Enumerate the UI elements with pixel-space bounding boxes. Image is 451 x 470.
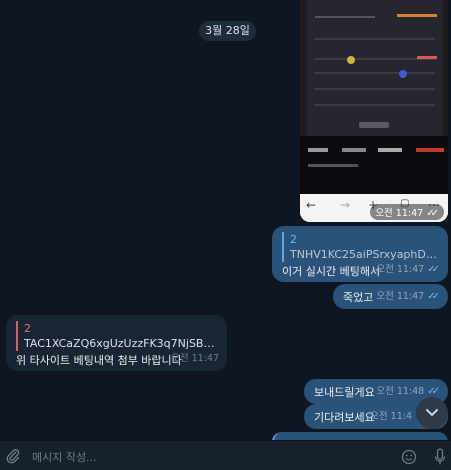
- emoji-icon: [401, 449, 417, 465]
- message-input-bar: 메시지 작성...: [0, 440, 451, 470]
- message-time: 오전 11:48: [376, 386, 425, 397]
- read-check-icon: ✓✓: [427, 291, 440, 302]
- reply-author: 2: [290, 233, 297, 246]
- incoming-message[interactable]: 2 TAC1XCaZQ6xgUzUzzFK3q7NjSBs5fYLLjV ...…: [6, 315, 227, 371]
- screenshot-message[interactable]: ← → + ▢ ⋯ 오전 11:47 ✓✓: [300, 0, 448, 222]
- attach-button[interactable]: [4, 447, 22, 465]
- reply-quote[interactable]: 2 TAC1XCaZQ6xgUzUzzFK3q7NjSBs5fYLLjV ...: [16, 321, 217, 351]
- emoji-button[interactable]: [400, 448, 418, 466]
- message-meta: 오전 11:47 ✓✓: [376, 262, 440, 277]
- message-meta: 오전 11:47 ✓✓: [376, 289, 440, 304]
- reply-author: 2: [24, 322, 31, 335]
- read-check-icon: ✓✓: [427, 264, 440, 275]
- message-time: 오전 11:47: [376, 264, 425, 275]
- reply-preview: TAC1XCaZQ6xgUzUzzFK3q7NjSBs5fYLLjV ...: [24, 337, 217, 350]
- input-placeholder: 메시지 작성...: [32, 451, 97, 464]
- screenshot-time: 오전 11:47 ✓✓: [370, 204, 444, 220]
- screenshot-panel: [307, 0, 443, 136]
- screenshot-footer: [300, 136, 448, 194]
- message-time: 오전 11:47: [376, 291, 425, 302]
- message-input[interactable]: 메시지 작성...: [28, 444, 396, 468]
- message-meta: 오전 11:47: [171, 351, 219, 366]
- outgoing-message[interactable]: 죽었고 오전 11:47 ✓✓: [333, 284, 448, 309]
- microphone-icon: [434, 448, 446, 465]
- chevron-down-icon: [426, 409, 438, 417]
- screenshot-image: [300, 0, 448, 136]
- reply-preview: TNHV1KC25aiPSrxyaphD9eRe8...: [290, 248, 438, 261]
- message-time: 오전 11:4: [370, 411, 412, 422]
- date-chip: 3월 28일: [199, 21, 256, 41]
- voice-button[interactable]: [432, 447, 448, 467]
- message-meta: 오전 11:4: [370, 409, 412, 424]
- reply-quote[interactable]: 2 TNHV1KC25aiPSrxyaphD9eRe8...: [282, 232, 438, 262]
- paperclip-icon: [6, 449, 20, 464]
- chat-area: ← → + ▢ ⋯ 오전 11:47 ✓✓ 3월 28일 2 TNHV1KC25…: [0, 0, 451, 440]
- outgoing-message[interactable]: 2 TNHV1KC25aiPSrxyaphD9eRe8... 이거 실시간 베팅…: [272, 226, 448, 282]
- outgoing-message[interactable]: [272, 432, 448, 440]
- scroll-down-button[interactable]: [416, 397, 448, 429]
- message-time: 오전 11:47: [171, 353, 219, 364]
